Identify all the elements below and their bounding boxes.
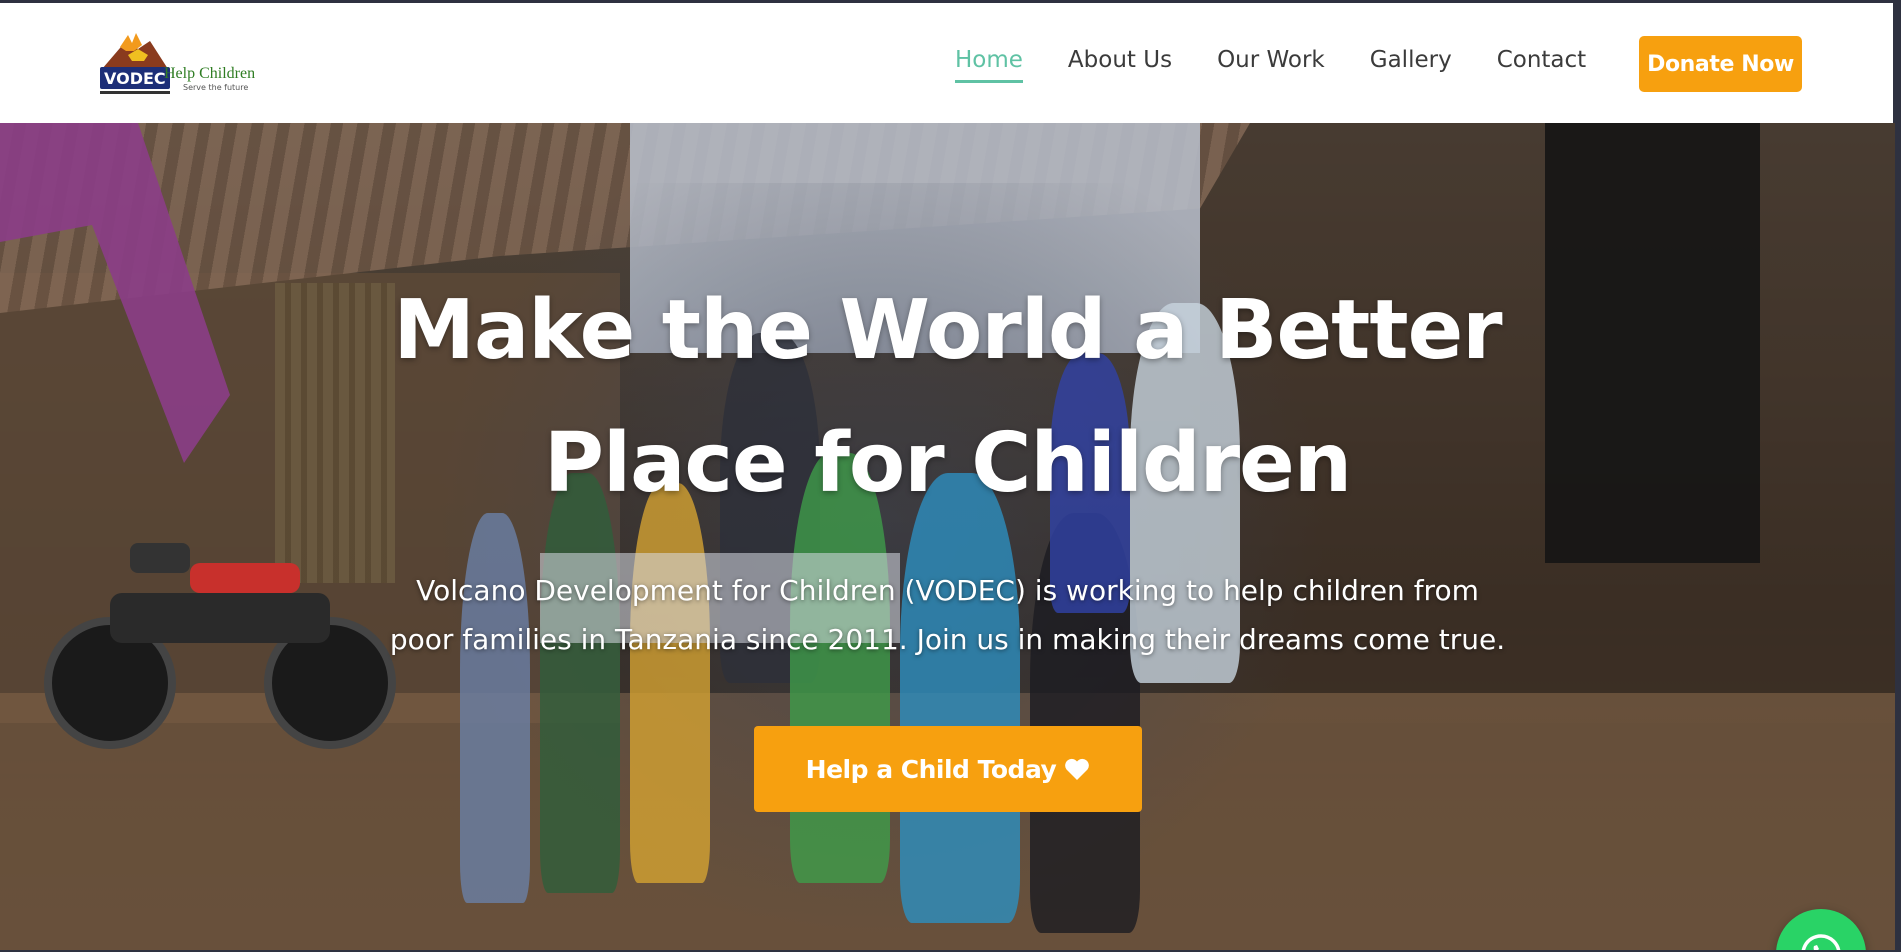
nav-about-us[interactable]: About Us	[1068, 47, 1172, 79]
hero-subtitle-line2: poor families in Tanzania since 2011. Jo…	[389, 623, 1506, 656]
logo-mark-text: VODEC	[104, 69, 166, 88]
site-logo[interactable]: VODEC Help Children Serve the future	[98, 31, 268, 101]
nav-contact[interactable]: Contact	[1497, 47, 1586, 79]
main-nav: Home About Us Our Work Gallery Contact	[955, 3, 1631, 123]
help-a-child-label: Help a Child Today	[805, 754, 1057, 784]
heart-icon	[1065, 758, 1090, 780]
hero-subtitle: Volcano Development for Children (VODEC)…	[0, 566, 1895, 664]
window-right-border	[1895, 0, 1901, 952]
hero-section: Make the World a Better Place for Childr…	[0, 123, 1895, 950]
donate-now-button[interactable]: Donate Now	[1639, 36, 1802, 92]
nav-home[interactable]: Home	[955, 47, 1023, 83]
help-a-child-button[interactable]: Help a Child Today	[754, 726, 1142, 812]
site-header: VODEC Help Children Serve the future Hom…	[0, 3, 1895, 123]
hero-title-line2: Place for Children	[543, 416, 1352, 511]
logo-tagline: Serve the future	[183, 83, 249, 92]
hero-title-line1: Make the World a Better	[393, 283, 1502, 378]
whatsapp-icon	[1801, 934, 1841, 950]
hero-subtitle-line1: Volcano Development for Children (VODEC)…	[416, 574, 1479, 607]
nav-our-work[interactable]: Our Work	[1217, 47, 1325, 79]
logo-name: Help Children	[164, 65, 256, 82]
nav-gallery[interactable]: Gallery	[1370, 47, 1452, 79]
